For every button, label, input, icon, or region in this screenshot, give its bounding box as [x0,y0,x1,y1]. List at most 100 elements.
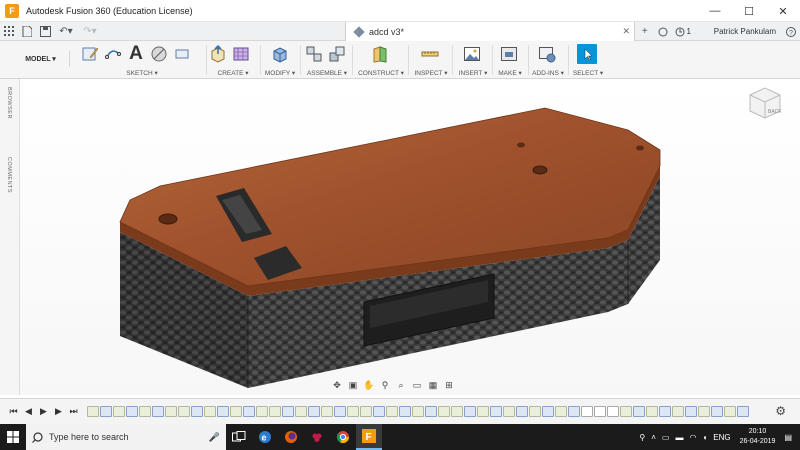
timeline-back-icon[interactable]: ◀ [21,405,36,419]
display-settings-icon[interactable]: ▭ [410,379,424,391]
joint-icon[interactable] [327,44,347,64]
3d-print-icon[interactable] [499,44,519,64]
redo-icon[interactable]: ↷▾ [78,23,102,40]
firefox-icon[interactable] [278,424,304,450]
timeline-feature[interactable] [100,406,112,417]
modify-label[interactable]: MODIFY ▾ [262,69,298,77]
windows-start-icon[interactable] [0,424,26,450]
new-component-icon[interactable] [304,44,324,64]
browser-tab[interactable]: BROWSER [6,87,12,119]
timeline-forward-icon[interactable]: ▶ [51,405,66,419]
scripts-icon[interactable] [537,44,557,64]
language-indicator[interactable]: ENG [713,433,730,442]
line-icon[interactable] [103,44,123,64]
insert-label[interactable]: INSERT ▾ [456,69,490,77]
maximize-button[interactable]: ☐ [732,0,766,22]
timeline-feature[interactable] [451,406,463,417]
taskbar-search[interactable]: Type here to search 🎤 [26,424,226,450]
construct-label[interactable]: CONSTRUCT ▾ [356,69,406,77]
timeline-play-icon[interactable]: ▶ [36,405,51,419]
comments-tab[interactable]: COMMENTS [6,157,12,193]
timeline-feature[interactable] [256,406,268,417]
timeline-feature[interactable] [581,406,593,417]
timeline-feature[interactable] [230,406,242,417]
timeline-feature[interactable] [308,406,320,417]
timeline-feature[interactable] [542,406,554,417]
task-view-icon[interactable] [226,424,252,450]
view-cube[interactable]: BACK [744,83,786,121]
timeline-feature[interactable] [217,406,229,417]
timeline-feature[interactable] [737,406,749,417]
timeline-feature[interactable] [165,406,177,417]
minimize-button[interactable]: — [698,0,732,22]
assemble-label[interactable]: ASSEMBLE ▾ [304,69,350,77]
timeline-feature[interactable] [243,406,255,417]
measure-icon[interactable] [420,44,440,64]
timeline-feature[interactable] [711,406,723,417]
user-account[interactable]: Patrick Pankulam [714,27,776,36]
timeline-feature[interactable] [607,406,619,417]
microphone-icon[interactable]: 🎤 [209,432,220,443]
people-icon[interactable]: ⚲ [639,433,645,442]
3d-model[interactable] [20,79,800,395]
timeline-feature[interactable] [282,406,294,417]
timeline-feature[interactable] [386,406,398,417]
volume-icon[interactable]: ◖ [702,433,707,442]
make-label[interactable]: MAKE ▾ [494,69,526,77]
sketch-label[interactable]: SKETCH ▾ [80,69,204,77]
data-panel-grid-icon[interactable] [0,23,18,40]
pan-icon[interactable]: ✋ [362,379,376,391]
timeline-feature[interactable] [152,406,164,417]
timeline-feature[interactable] [620,406,632,417]
edge-browser-icon[interactable]: e [252,424,278,450]
extensions-icon[interactable] [654,23,672,40]
timeline-feature[interactable] [334,406,346,417]
timeline-feature[interactable] [555,406,567,417]
timeline-end-icon[interactable]: ⏭ [66,405,81,419]
timeline-feature[interactable] [659,406,671,417]
offset-plane-icon[interactable] [370,44,390,64]
timeline-feature[interactable] [477,406,489,417]
job-status-icon[interactable]: 1 [672,23,694,40]
save-icon[interactable] [36,23,54,40]
timeline-feature[interactable] [594,406,606,417]
timeline-feature[interactable] [698,406,710,417]
insert-image-icon[interactable] [462,44,482,64]
timeline-feature[interactable] [321,406,333,417]
timeline-feature[interactable] [516,406,528,417]
add-ins-label[interactable]: ADD-INS ▾ [530,69,566,77]
select-cursor-icon[interactable] [577,44,597,64]
new-tab-button[interactable]: + [636,23,654,40]
timeline-feature[interactable] [373,406,385,417]
timeline-start-icon[interactable]: ⏮ [6,405,21,419]
action-center-icon[interactable]: ▤ [784,433,792,442]
document-tab[interactable]: adcd v3* ✕ [345,22,635,41]
rectangle-icon[interactable] [172,44,192,64]
zoom-icon[interactable]: ⚲ [378,379,392,391]
timeline-feature[interactable] [646,406,658,417]
timeline-feature[interactable] [464,406,476,417]
timeline-settings-gear-icon[interactable]: ⚙ [775,404,786,418]
wifi-icon[interactable]: ◠ [689,433,696,442]
timeline-feature[interactable] [347,406,359,417]
timeline-feature[interactable] [87,406,99,417]
chrome-icon[interactable] [330,424,356,450]
timeline-feature[interactable] [399,406,411,417]
canvas-viewport[interactable]: BACK ✥ ▣ ✋ ⚲ ⌕ ▭ ▦ ⊞ [20,79,800,395]
timeline-feature[interactable] [191,406,203,417]
timeline-feature[interactable] [724,406,736,417]
timeline-feature[interactable] [139,406,151,417]
close-window-button[interactable]: ✕ [766,0,800,22]
timeline-feature[interactable] [412,406,424,417]
timeline-feature[interactable] [295,406,307,417]
workspace-switcher[interactable]: MODEL ▾ [12,51,70,67]
timeline-feature[interactable] [113,406,125,417]
fusion-360-taskbar-icon[interactable]: F [356,424,382,450]
timeline-feature[interactable] [672,406,684,417]
timeline-feature[interactable] [204,406,216,417]
timeline-feature[interactable] [568,406,580,417]
timeline-feature[interactable] [178,406,190,417]
timeline-feature[interactable] [685,406,697,417]
look-at-icon[interactable]: ▣ [346,379,360,391]
undo-icon[interactable]: ↶▾ [54,23,78,40]
